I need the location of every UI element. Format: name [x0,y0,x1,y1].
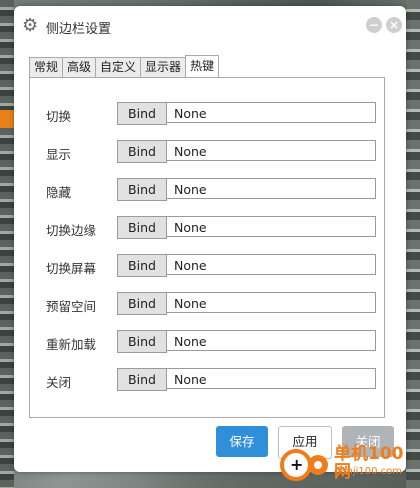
bind-button[interactable]: Bind [117,140,167,163]
hotkeys-panel: 切换 Bind None 显示 Bind None 隐藏 Bind None 切… [29,77,385,418]
hotkey-label: 切换边缘 [46,223,97,238]
minimize-button[interactable]: − [366,17,382,33]
watermark-url: danji100.com [334,466,402,477]
tab-custom[interactable]: 自定义 [95,57,142,77]
hotkey-row-toggle: 切换 Bind None [30,102,384,126]
watermark-logo: + 单机100网 danji100.com [272,443,417,487]
gear-icon: ⚙ [22,15,39,36]
bind-button[interactable]: Bind [117,216,167,239]
desktop-background-right [406,0,420,488]
hotkey-row-show: 显示 Bind None [30,140,384,164]
bind-button[interactable]: Bind [117,254,167,277]
bind-button[interactable]: Bind [117,368,167,391]
hotkey-row-switch-screen: 切换屏幕 Bind None [30,254,384,278]
save-button[interactable]: 保存 [216,426,268,457]
hotkey-field[interactable]: None [166,216,376,237]
hotkey-label: 显示 [46,147,72,162]
close-window-button[interactable]: × [386,17,402,33]
window-title: 侧边栏设置 [46,22,112,37]
watermark-dot-icon [308,455,328,475]
bind-button[interactable]: Bind [117,330,167,353]
hotkey-field[interactable]: None [166,368,376,389]
hotkey-label: 预留空间 [46,299,97,314]
hotkey-field[interactable]: None [166,292,376,313]
hotkey-row-close: 关闭 Bind None [30,368,384,392]
hotkey-row-reserve-space: 预留空间 Bind None [30,292,384,316]
hotkey-label: 隐藏 [46,185,72,200]
tab-advanced[interactable]: 高级 [62,57,97,77]
tab-hotkeys[interactable]: 热键 [185,55,220,77]
hotkey-field[interactable]: None [166,178,376,199]
hotkey-field[interactable]: None [166,140,376,161]
bind-button[interactable]: Bind [117,292,167,315]
hotkey-label: 关闭 [46,375,72,390]
desktop-background-mark [0,110,14,128]
bind-button[interactable]: Bind [117,178,167,201]
hotkey-field[interactable]: None [166,254,376,275]
hotkey-label: 切换 [46,109,72,124]
hotkey-label: 重新加载 [46,337,97,352]
title-bar[interactable]: ⚙ 侧边栏设置 − × [14,6,406,46]
hotkey-field[interactable]: None [166,330,376,351]
bind-button[interactable]: Bind [117,102,167,125]
settings-window: ⚙ 侧边栏设置 − × 常规 高级 自定义 显示器 热键 切换 Bind Non… [14,6,406,472]
desktop-background-left [0,0,14,488]
hotkey-row-switch-edge: 切换边缘 Bind None [30,216,384,240]
hotkey-field[interactable]: None [166,102,376,123]
tab-monitor[interactable]: 显示器 [140,57,187,77]
tab-bar: 常规 高级 自定义 显示器 热键 [29,55,220,78]
hotkey-row-hide: 隐藏 Bind None [30,178,384,202]
hotkey-row-reload: 重新加载 Bind None [30,330,384,354]
hotkey-label: 切换屏幕 [46,261,97,276]
tab-general[interactable]: 常规 [29,57,64,77]
